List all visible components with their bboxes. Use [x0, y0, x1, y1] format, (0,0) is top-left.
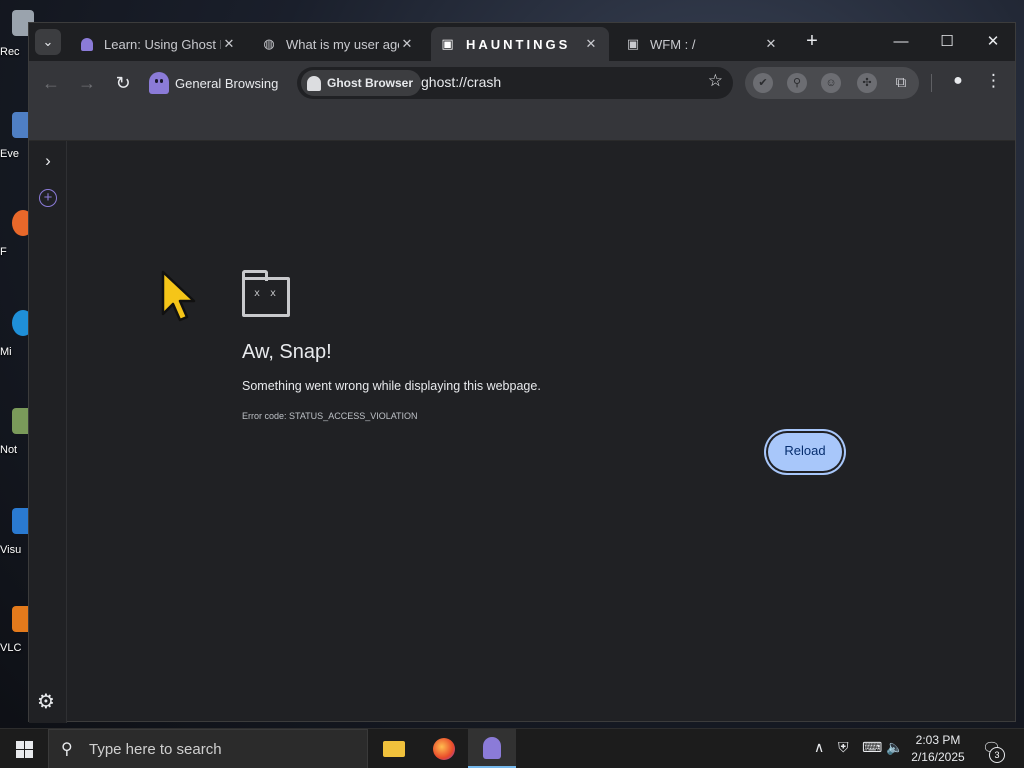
profile-button[interactable]: ●: [947, 72, 969, 94]
workspace-icon: ▣: [441, 36, 457, 51]
chevron-right-icon: ›: [45, 151, 51, 170]
search-placeholder: Type here to search: [89, 740, 222, 758]
taskbar: ⚲ Type here to search ∧ ⛨ ⌨ 🔈 2:03 PM 2/…: [0, 728, 1024, 768]
error-code: Error code: STATUS_ACCESS_VIOLATION: [242, 411, 418, 421]
address-bar[interactable]: Ghost Browser ghost://crash ☆: [297, 67, 733, 99]
browser-window: ⌄ Learn: Using Ghost B ✕ ◍ What is my us…: [28, 22, 1016, 723]
ghost-icon: [79, 36, 95, 52]
taskbar-firefox[interactable]: [420, 729, 468, 768]
start-button[interactable]: [0, 729, 48, 768]
tab-label: What is my user age: [286, 36, 399, 52]
minimize-icon: —: [893, 33, 909, 50]
url-text[interactable]: ghost://crash: [421, 74, 501, 90]
browser-chip-label: Ghost Browser: [327, 76, 414, 90]
system-clock[interactable]: 2:03 PM 2/16/2025: [906, 732, 970, 766]
extension-face-icon[interactable]: ☺: [821, 73, 841, 93]
forward-button[interactable]: →: [75, 71, 99, 95]
taskbar-search[interactable]: ⚲ Type here to search: [48, 729, 368, 768]
page-content: x x Aw, Snap! Something went wrong while…: [68, 141, 1015, 721]
maximize-icon: ☐: [940, 33, 954, 50]
close-icon[interactable]: ✕: [399, 36, 415, 52]
identity-label: General Browsing: [175, 75, 279, 91]
security-tray-icon[interactable]: ⛨: [838, 739, 849, 756]
windows-logo-icon: [16, 741, 33, 758]
expand-sidebar-button[interactable]: ›: [36, 149, 60, 173]
identity-selector[interactable]: General Browsing: [149, 69, 278, 97]
notification-count-badge: 3: [989, 747, 1005, 763]
close-icon[interactable]: ✕: [763, 36, 779, 52]
close-icon[interactable]: ✕: [583, 36, 599, 52]
sidebar: › + ⚙: [29, 141, 67, 723]
browser-chip[interactable]: Ghost Browser: [301, 70, 422, 96]
tab-search-button[interactable]: ⌄: [35, 29, 61, 55]
folder-icon: [383, 741, 405, 757]
extension-grid-icon[interactable]: ✣: [857, 73, 877, 93]
chevron-up-icon[interactable]: ∧: [814, 739, 824, 756]
kebab-menu-icon: ⋮: [985, 71, 1002, 90]
tab-wfm[interactable]: ▣ WFM : / ✕: [615, 27, 789, 61]
reload-toolbar-button[interactable]: ↻: [111, 71, 135, 95]
sad-face: x x: [253, 288, 279, 299]
tab-strip: ⌄ Learn: Using Ghost B ✕ ◍ What is my us…: [29, 23, 1015, 61]
globe-icon: ◍: [263, 36, 275, 51]
ghost-icon: [307, 75, 321, 91]
back-button[interactable]: ←: [39, 71, 63, 95]
plus-icon: +: [43, 189, 53, 206]
clock-date: 2/16/2025: [911, 750, 965, 764]
maximize-button[interactable]: ☐: [927, 29, 967, 55]
reload-button[interactable]: Reload: [768, 433, 842, 471]
puzzle-icon[interactable]: ⧉: [891, 73, 911, 93]
sad-folder-icon: x x: [242, 270, 290, 317]
refresh-icon: ↻: [115, 73, 131, 93]
volume-muted-icon[interactable]: 🔈: [886, 739, 903, 756]
firefox-icon: [433, 738, 455, 760]
person-icon: ●: [953, 72, 963, 89]
extension-search-icon[interactable]: ⚲: [787, 73, 807, 93]
tab-label: HAUNTINGS: [466, 36, 571, 52]
mouse-cursor-icon: [161, 270, 196, 322]
chevron-down-icon: ⌄: [42, 34, 54, 49]
search-icon: ⚲: [61, 741, 73, 758]
toolbar: ← → ↻ General Browsing Ghost Browser gho…: [29, 61, 1015, 105]
tab-hauntings[interactable]: ▣ HAUNTINGS ✕: [431, 27, 609, 61]
error-title: Aw, Snap!: [242, 341, 332, 363]
add-identity-button[interactable]: +: [39, 189, 57, 207]
taskbar-file-explorer[interactable]: [370, 729, 418, 768]
arrow-left-icon: ←: [42, 73, 60, 93]
tab-user-agent[interactable]: ◍ What is my user age ✕: [251, 27, 425, 61]
plus-icon: +: [806, 30, 818, 52]
minimize-button[interactable]: —: [881, 29, 921, 55]
tab-label: Learn: Using Ghost B: [104, 36, 221, 52]
new-tab-button[interactable]: +: [801, 31, 823, 53]
bookmark-star-icon[interactable]: ☆: [708, 71, 723, 91]
bookmark-bar: [29, 105, 1015, 141]
menu-button[interactable]: ⋮: [985, 71, 1002, 95]
toolbar-divider: [931, 74, 932, 92]
taskbar-ghost-browser[interactable]: [468, 729, 516, 768]
settings-gear-icon[interactable]: ⚙: [37, 689, 55, 714]
clock-time: 2:03 PM: [915, 733, 961, 747]
ghost-icon: [149, 72, 169, 94]
tab-learn[interactable]: Learn: Using Ghost B ✕: [69, 27, 247, 61]
tab-label: WFM : /: [650, 36, 696, 52]
ghost-icon: [483, 736, 501, 759]
extension-check-icon[interactable]: ✔: [753, 73, 773, 93]
close-icon: ✕: [986, 33, 1000, 50]
extensions-group: ✔ ⚲ ☺ ✣ ⧉: [745, 67, 919, 99]
network-icon[interactable]: ⌨: [862, 739, 882, 756]
close-icon[interactable]: ✕: [221, 36, 237, 52]
error-message: Something went wrong while displaying th…: [242, 379, 541, 393]
workspace-icon: ▣: [626, 36, 640, 51]
arrow-right-icon: →: [78, 73, 96, 93]
close-window-button[interactable]: ✕: [973, 29, 1013, 55]
